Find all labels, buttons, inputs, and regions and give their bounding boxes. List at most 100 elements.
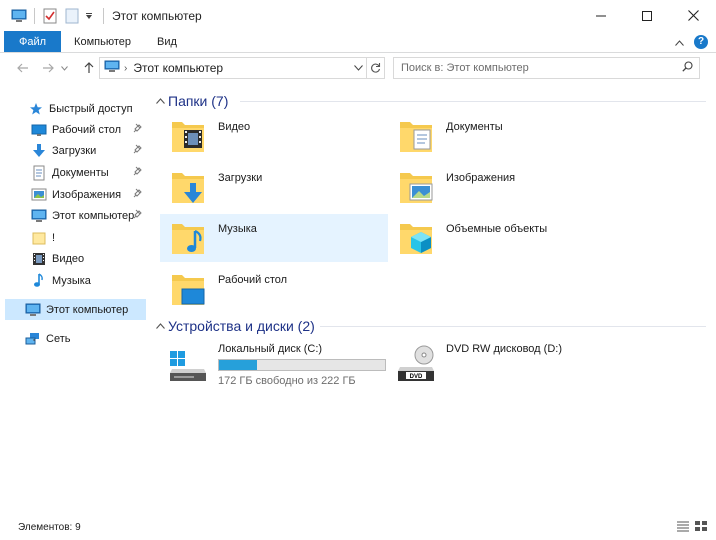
- sidebar-item-video[interactable]: Видео: [31, 248, 146, 269]
- address-dropdown-button[interactable]: [350, 58, 366, 78]
- up-button[interactable]: [79, 58, 99, 78]
- customize-toolbar-icon[interactable]: [83, 7, 95, 25]
- sidebar-item-label: Загрузки: [52, 144, 97, 157]
- content-pane: Папки (7) Видео Документы Загрузки Изобр…: [150, 82, 716, 512]
- sidebar-item-label: Сеть: [46, 332, 71, 345]
- tiles-view-icon[interactable]: [694, 520, 708, 535]
- 3d-objects-folder-icon: [392, 214, 440, 262]
- tab-file[interactable]: Файл: [4, 31, 62, 52]
- download-arrow-icon: [31, 143, 47, 159]
- recent-locations-button[interactable]: [58, 58, 70, 78]
- desktop-folder-icon: [164, 265, 212, 313]
- network-icon: [25, 331, 41, 347]
- computer-icon: [104, 60, 120, 76]
- folder-label: Объемные объекты: [446, 223, 548, 235]
- drive-tile-d[interactable]: DVD DVD RW дисковод (D:): [392, 340, 562, 388]
- dvd-drive-icon: DVD: [392, 340, 440, 388]
- sidebar-item-music[interactable]: Музыка: [31, 270, 146, 291]
- sidebar-item-exclamation-folder[interactable]: !: [31, 227, 146, 248]
- window-title: Этот компьютер: [112, 8, 202, 23]
- help-icon[interactable]: ?: [694, 34, 708, 49]
- sidebar-item-desktop[interactable]: Рабочий стол: [31, 119, 146, 140]
- items-count: Элементов: 9: [18, 521, 81, 533]
- devices-group-title: Устройства и диски (2): [168, 318, 315, 334]
- breadcrumb-separator-icon[interactable]: ›: [124, 63, 127, 74]
- navigation-bar: › Этот компьютер: [0, 53, 716, 82]
- pin-icon[interactable]: [133, 123, 143, 136]
- refresh-button[interactable]: [367, 57, 385, 79]
- folders-group-title: Папки (7): [168, 93, 229, 109]
- sidebar-item-label: !: [52, 231, 56, 244]
- navigation-pane: Быстрый доступ Рабочий стол Загрузки Док…: [0, 82, 150, 512]
- folder-tile-downloads[interactable]: Загрузки: [160, 163, 388, 211]
- search-box[interactable]: [393, 57, 700, 79]
- folder-tile-pictures[interactable]: Изображения: [388, 163, 616, 211]
- folder-icon: [31, 230, 47, 246]
- ribbon-tabs: Файл Компьютер Вид ?: [0, 31, 716, 53]
- sidebar-item-quick-access[interactable]: Быстрый доступ: [28, 98, 146, 119]
- computer-icon[interactable]: [10, 7, 28, 25]
- details-view-icon[interactable]: [676, 520, 690, 535]
- svg-text:DVD: DVD: [410, 374, 423, 380]
- search-icon[interactable]: [682, 61, 693, 75]
- drive-tile-c[interactable]: Локальный диск (C:) 172 ГБ свободно из 2…: [164, 340, 386, 388]
- pictures-icon: [31, 187, 47, 203]
- star-icon: [28, 101, 44, 117]
- folder-tile-documents[interactable]: Документы: [388, 112, 616, 160]
- desktop-icon: [31, 122, 47, 138]
- collapse-chevron-icon[interactable]: [156, 96, 168, 106]
- documents-icon: [31, 165, 47, 181]
- sidebar-item-network[interactable]: Сеть: [25, 328, 146, 349]
- close-button[interactable]: [670, 0, 716, 31]
- sidebar-item-label: Этот компьютер: [46, 303, 129, 316]
- folder-tile-video[interactable]: Видео: [160, 112, 388, 160]
- address-path[interactable]: Этот компьютер: [133, 61, 223, 75]
- folder-label: Музыка: [218, 223, 257, 235]
- sidebar-item-this-pc-pinned[interactable]: Этот компьютер: [31, 205, 146, 226]
- pin-icon[interactable]: [133, 144, 143, 157]
- video-icon: [31, 251, 47, 267]
- folder-label: Видео: [218, 121, 251, 133]
- tab-view[interactable]: Вид: [144, 31, 190, 52]
- group-divider: [240, 101, 706, 102]
- sidebar-item-label: Музыка: [52, 274, 91, 287]
- search-input[interactable]: [401, 62, 671, 74]
- pin-icon[interactable]: [133, 188, 143, 201]
- windows-drive-icon: [164, 340, 212, 388]
- sidebar-item-label: Изображения: [52, 188, 122, 201]
- sidebar-item-label: Быстрый доступ: [49, 102, 133, 115]
- folder-label: Изображения: [446, 172, 516, 184]
- video-folder-icon: [164, 112, 212, 160]
- pin-icon[interactable]: [133, 209, 143, 222]
- title-bar: Этот компьютер: [0, 0, 716, 31]
- forward-button[interactable]: [38, 58, 58, 78]
- sidebar-item-documents[interactable]: Документы: [31, 162, 146, 183]
- group-divider: [320, 326, 706, 327]
- collapse-chevron-icon[interactable]: [156, 321, 168, 331]
- pictures-folder-icon: [392, 163, 440, 211]
- folder-label: Загрузки: [218, 172, 263, 184]
- pin-icon[interactable]: [133, 166, 143, 179]
- back-button[interactable]: [13, 58, 33, 78]
- devices-group-header[interactable]: Устройства и диски (2): [156, 316, 315, 336]
- drive-usage-fill: [219, 360, 258, 370]
- sidebar-item-label: Документы: [52, 166, 109, 179]
- folder-tile-desktop[interactable]: Рабочий стол: [160, 265, 388, 313]
- folders-group-header[interactable]: Папки (7): [156, 91, 228, 111]
- properties-icon[interactable]: [41, 7, 59, 25]
- minimize-button[interactable]: [578, 0, 624, 31]
- drive-free-space: 172 ГБ свободно из 222 ГБ: [218, 375, 356, 387]
- expand-ribbon-icon[interactable]: [675, 35, 684, 49]
- sidebar-item-downloads[interactable]: Загрузки: [31, 140, 146, 161]
- sidebar-item-pictures[interactable]: Изображения: [31, 184, 146, 205]
- computer-icon: [31, 208, 47, 224]
- address-bar[interactable]: › Этот компьютер: [99, 57, 367, 79]
- folder-tile-3d-objects[interactable]: Объемные объекты: [388, 214, 616, 262]
- folder-tile-music[interactable]: Музыка: [160, 214, 388, 262]
- new-folder-icon[interactable]: [63, 7, 81, 25]
- tab-computer[interactable]: Компьютер: [61, 31, 144, 52]
- maximize-button[interactable]: [624, 0, 670, 31]
- downloads-folder-icon: [164, 163, 212, 211]
- folder-label: Документы: [446, 121, 503, 133]
- sidebar-item-this-pc[interactable]: Этот компьютер: [5, 299, 146, 320]
